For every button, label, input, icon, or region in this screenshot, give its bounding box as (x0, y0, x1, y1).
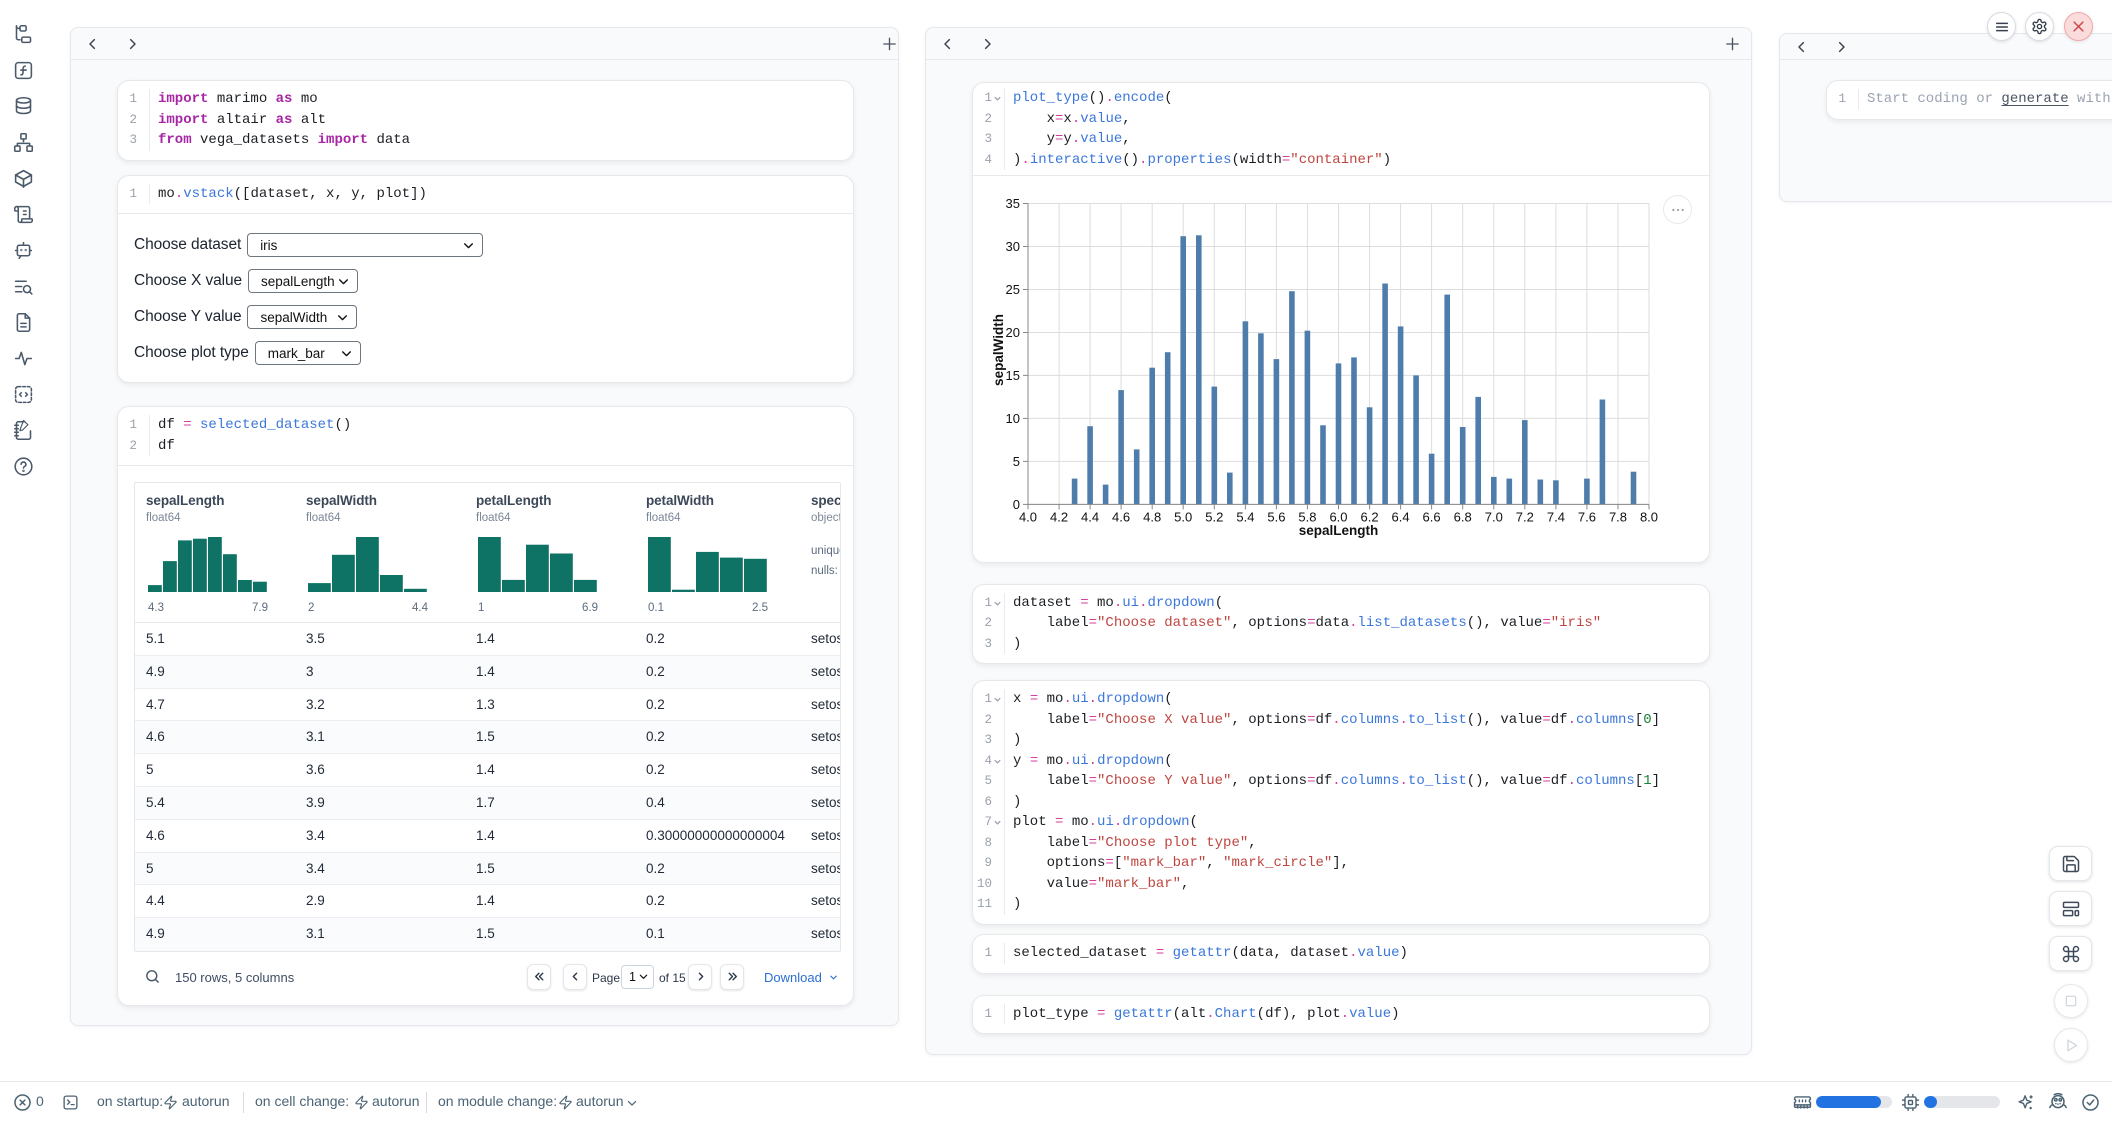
svg-text:7.0: 7.0 (1485, 509, 1503, 524)
svg-text:25: 25 (1006, 282, 1020, 297)
svg-text:sepalLength: sepalLength (1299, 523, 1379, 538)
svg-text:5.4: 5.4 (1236, 509, 1254, 524)
svg-text:5.0: 5.0 (1174, 509, 1192, 524)
svg-text:5.2: 5.2 (1205, 509, 1223, 524)
svg-text:7.8: 7.8 (1609, 509, 1627, 524)
svg-text:4.2: 4.2 (1050, 509, 1068, 524)
svg-text:4.8: 4.8 (1143, 509, 1161, 524)
svg-text:7.6: 7.6 (1578, 509, 1596, 524)
svg-text:8.0: 8.0 (1640, 509, 1658, 524)
svg-text:15: 15 (1006, 368, 1020, 383)
svg-text:10: 10 (1006, 411, 1020, 426)
svg-text:35: 35 (1006, 196, 1020, 211)
svg-text:30: 30 (1006, 239, 1020, 254)
svg-text:5: 5 (1013, 454, 1020, 469)
svg-text:7.4: 7.4 (1547, 509, 1565, 524)
svg-text:4.6: 4.6 (1112, 509, 1130, 524)
svg-text:6.6: 6.6 (1423, 509, 1441, 524)
svg-text:5.6: 5.6 (1267, 509, 1285, 524)
svg-text:6.4: 6.4 (1392, 509, 1410, 524)
svg-text:4.4: 4.4 (1081, 509, 1099, 524)
svg-text:7.2: 7.2 (1516, 509, 1534, 524)
svg-text:6.8: 6.8 (1454, 509, 1472, 524)
svg-text:4.0: 4.0 (1019, 509, 1037, 524)
svg-text:sepalWidth: sepalWidth (991, 314, 1006, 386)
svg-text:20: 20 (1006, 325, 1020, 340)
